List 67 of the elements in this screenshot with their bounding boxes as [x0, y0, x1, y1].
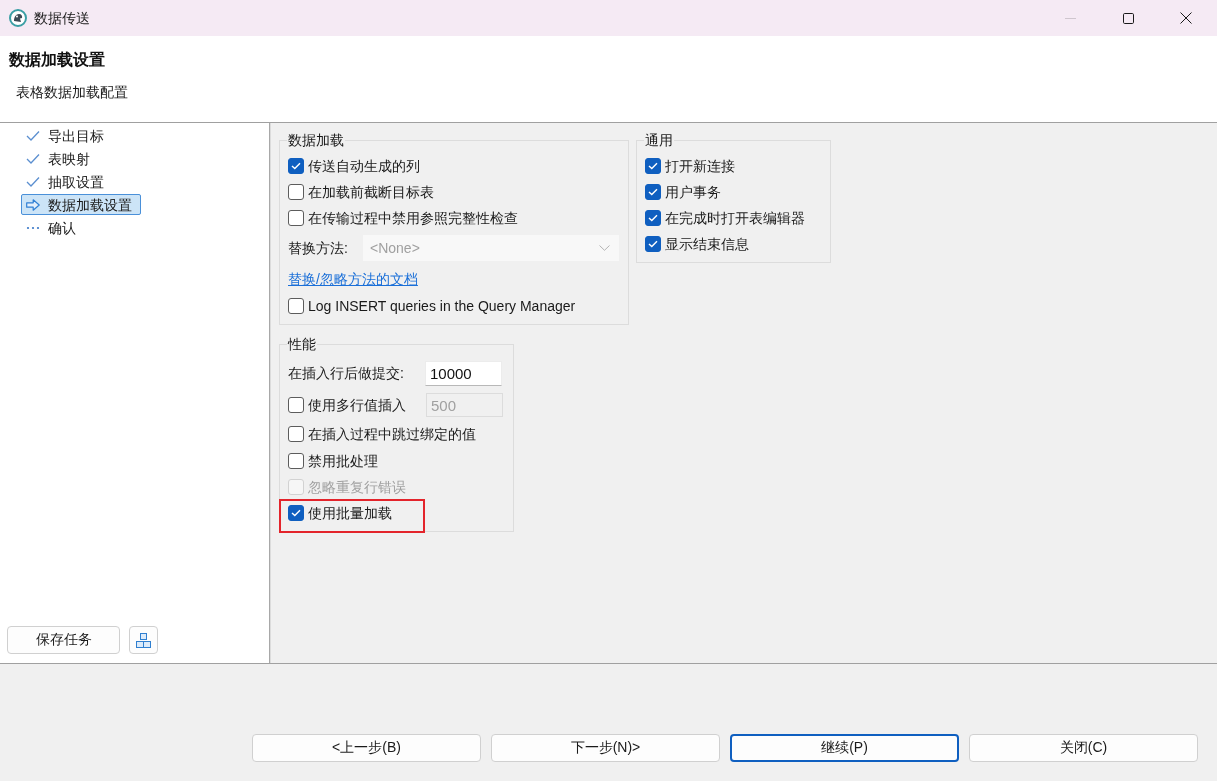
maximize-icon: [1122, 12, 1134, 24]
check-icon: [26, 152, 40, 165]
field-label: 在插入行后做提交:: [288, 364, 405, 383]
check-icon: [26, 129, 40, 142]
documentation-link[interactable]: 替换/忽略方法的文档: [288, 269, 418, 289]
group-title: 数据加载: [287, 131, 345, 150]
checkbox[interactable]: [645, 184, 661, 200]
arrow-icon: [26, 198, 40, 211]
task-icon-button[interactable]: [129, 626, 158, 654]
option-label: 用户事务: [665, 183, 721, 202]
page-title: 数据加载设置: [9, 50, 105, 70]
option-label: 禁用批处理: [308, 451, 378, 471]
tick-icon: [648, 240, 658, 248]
option-label: 打开新连接: [665, 157, 735, 176]
wizard-button[interactable]: 下一步(N)>: [491, 734, 720, 762]
tick-icon: [291, 162, 301, 170]
chevron-down-icon: [599, 245, 610, 251]
option-label: 在完成时打开表编辑器: [665, 209, 805, 228]
boxes-icon: [136, 632, 151, 648]
check-icon: [26, 175, 40, 188]
step-item[interactable]: 导出目标: [21, 125, 113, 146]
step-label: 确认: [48, 218, 76, 238]
option-label: 使用批量加载: [308, 504, 392, 523]
option-label: 忽略重复行错误: [308, 478, 406, 497]
checkbox[interactable]: [288, 184, 304, 200]
step-label: 抽取设置: [48, 172, 104, 192]
group-title: 通用: [644, 131, 674, 150]
wizard-button[interactable]: 关闭(C): [969, 734, 1198, 762]
step-item[interactable]: 表映射: [21, 148, 99, 169]
app-logo-icon: [9, 9, 27, 27]
step-label: 导出目标: [48, 126, 104, 146]
checkbox[interactable]: [645, 210, 661, 226]
checkbox[interactable]: [288, 426, 304, 442]
tick-icon: [291, 509, 301, 517]
page-subtitle: 表格数据加载配置: [16, 83, 128, 102]
checkbox[interactable]: [645, 158, 661, 174]
number-field[interactable]: 10000: [425, 360, 502, 386]
step-label: 数据加载设置: [48, 195, 132, 215]
option-label: 在传输过程中禁用参照完整性检查: [308, 209, 518, 228]
field-label: 替换方法:: [288, 239, 349, 258]
checkbox[interactable]: [645, 236, 661, 252]
window-title: 数据传送: [34, 9, 90, 28]
step-item[interactable]: 确认: [21, 217, 85, 238]
wizard-button[interactable]: <上一步(B): [252, 734, 481, 762]
group-title: 性能: [287, 335, 317, 354]
option-label: 传送自动生成的列: [308, 157, 420, 176]
option-label: 在加载前截断目标表: [308, 183, 434, 202]
tick-icon: [648, 188, 658, 196]
checkbox[interactable]: [288, 505, 304, 521]
checkbox[interactable]: [288, 210, 304, 226]
option-label: 在插入过程中跳过绑定的值: [308, 425, 476, 444]
checkbox[interactable]: [288, 452, 304, 469]
tick-icon: [648, 214, 658, 222]
step-item[interactable]: 抽取设置: [21, 171, 113, 192]
save-task-button[interactable]: 保存任务: [7, 626, 120, 654]
option-label: 显示结束信息: [665, 235, 749, 254]
wizard-button[interactable]: 继续(P): [730, 734, 959, 762]
option-label: Log INSERT queries in the Query Manager: [308, 297, 576, 316]
tick-icon: [648, 162, 658, 170]
dots-icon: [26, 225, 40, 230]
close-icon: [1180, 12, 1192, 24]
step-item[interactable]: 数据加载设置: [21, 194, 141, 215]
checkbox[interactable]: [288, 158, 304, 174]
checkbox[interactable]: [288, 397, 304, 413]
option-label: 使用多行值插入: [308, 396, 406, 415]
checkbox[interactable]: [288, 298, 304, 314]
step-label: 表映射: [48, 149, 90, 169]
